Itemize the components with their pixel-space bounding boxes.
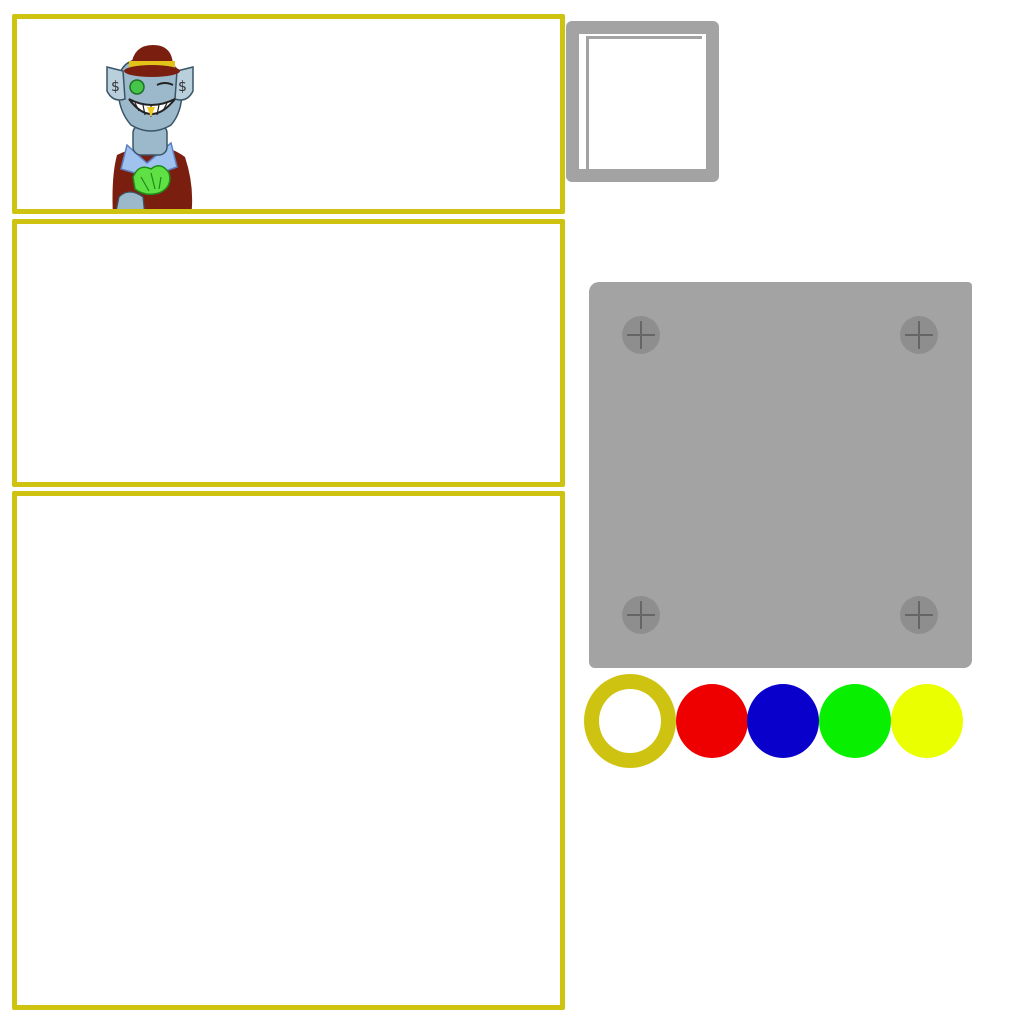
screw-icon <box>622 316 660 354</box>
color-swatch-green[interactable] <box>819 684 891 758</box>
color-swatch-yellow[interactable] <box>891 684 963 758</box>
color-swatch-red[interactable] <box>676 684 748 758</box>
color-swatch-white[interactable] <box>584 674 676 768</box>
panel-middle[interactable] <box>12 219 565 487</box>
ear-dollar-right: $ <box>178 79 187 95</box>
screw-icon <box>900 316 938 354</box>
metal-plate <box>589 282 972 668</box>
character-sprite: $ $ <box>106 45 194 209</box>
ear-dollar-left: $ <box>111 79 120 95</box>
frame-tool-button[interactable] <box>566 21 719 182</box>
screw-icon <box>622 596 660 634</box>
color-swatch-blue[interactable] <box>747 684 819 758</box>
panel-bottom[interactable] <box>12 491 565 1010</box>
panel-top[interactable]: $ $ <box>12 14 565 214</box>
frame-icon <box>586 36 702 171</box>
screw-icon <box>900 596 938 634</box>
